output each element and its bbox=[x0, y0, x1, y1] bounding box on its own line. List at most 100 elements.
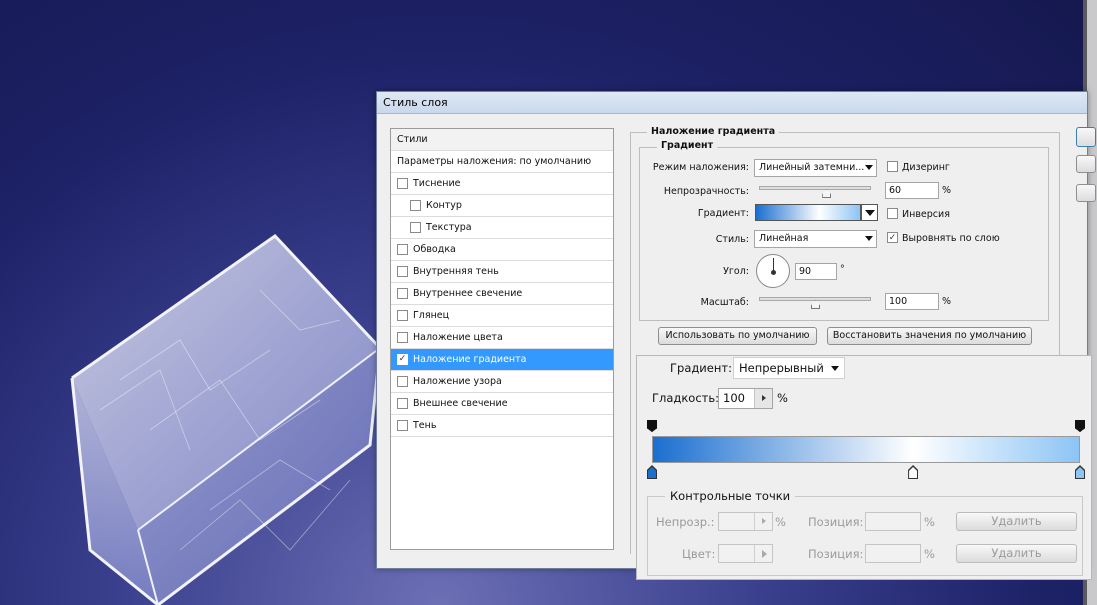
style-item-label: Наложение градиента bbox=[413, 354, 527, 365]
style-item-checkbox[interactable] bbox=[410, 222, 421, 233]
style-item-checkbox[interactable] bbox=[410, 200, 421, 211]
chevron-down-icon bbox=[831, 366, 839, 371]
style-item-label: Тень bbox=[413, 420, 437, 431]
gradient-bar[interactable] bbox=[652, 436, 1080, 463]
style-item-label: Внутреннее свечение bbox=[413, 288, 523, 299]
angle-input[interactable]: 90 bbox=[795, 263, 837, 280]
smoothness-percent: % bbox=[777, 391, 788, 405]
style-item[interactable]: Контур bbox=[391, 195, 613, 217]
style-item-label: Глянец bbox=[413, 310, 450, 321]
ok-button[interactable] bbox=[1076, 127, 1096, 147]
chevron-right-icon bbox=[762, 395, 766, 401]
stop-color-swatch[interactable] bbox=[718, 544, 773, 563]
dither-label: Дизеринг bbox=[902, 162, 950, 173]
angle-dial[interactable] bbox=[756, 254, 790, 288]
dither-checkbox[interactable] bbox=[887, 161, 898, 172]
opacity-stop[interactable] bbox=[1075, 420, 1085, 432]
blending-options-item[interactable]: Параметры наложения: по умолчанию bbox=[391, 151, 613, 173]
style-item-label: Внешнее свечение bbox=[413, 398, 508, 409]
reverse-label: Инверсия bbox=[902, 209, 950, 220]
scale-slider-track[interactable] bbox=[759, 297, 871, 301]
gradient-type-select[interactable]: Непрерывный bbox=[733, 357, 845, 379]
stop-opacity-input[interactable] bbox=[718, 512, 773, 531]
stop-color-picker[interactable] bbox=[754, 545, 772, 562]
scale-input[interactable]: 100 bbox=[885, 293, 939, 310]
align-with-layer-label: Выровнять по слою bbox=[902, 233, 1000, 244]
style-item-checkbox[interactable] bbox=[397, 244, 408, 255]
style-item[interactable]: Наложение цвета bbox=[391, 327, 613, 349]
chevron-down-icon bbox=[865, 210, 875, 216]
stop-opacity-location-input[interactable] bbox=[865, 512, 921, 531]
style-item[interactable]: Внутренняя тень bbox=[391, 261, 613, 283]
style-item-label: Тиснение bbox=[413, 178, 461, 189]
color-stop[interactable] bbox=[1075, 465, 1085, 479]
style-item-checkbox[interactable] bbox=[397, 178, 408, 189]
blend-mode-value: Линейный затемни... bbox=[759, 162, 865, 173]
style-item[interactable]: Тень bbox=[391, 415, 613, 437]
angle-label: Угол: bbox=[723, 266, 749, 277]
chevron-right-icon bbox=[762, 550, 767, 558]
scale-percent: % bbox=[942, 296, 952, 307]
stop-opacity-location-percent: % bbox=[924, 515, 935, 529]
style-item[interactable]: Глянец bbox=[391, 305, 613, 327]
style-item-label: Наложение узора bbox=[413, 376, 502, 387]
opacity-input[interactable]: 60 bbox=[885, 182, 939, 199]
style-item-label: Наложение цвета bbox=[413, 332, 503, 343]
delete-color-stop-button[interactable]: Удалить bbox=[956, 544, 1077, 563]
style-item[interactable]: Наложение узора bbox=[391, 371, 613, 393]
chevron-right-icon bbox=[762, 518, 766, 524]
cancel-button[interactable] bbox=[1076, 155, 1096, 173]
color-stop[interactable] bbox=[647, 465, 657, 479]
style-item[interactable]: Внешнее свечение bbox=[391, 393, 613, 415]
smoothness-stepper[interactable] bbox=[754, 389, 772, 408]
reset-default-button[interactable]: Восстановить значения по умолчанию bbox=[827, 327, 1032, 345]
style-item-checkbox[interactable] bbox=[397, 398, 408, 409]
style-item-label: Контур bbox=[426, 200, 462, 211]
color-stop[interactable] bbox=[908, 465, 919, 479]
chevron-down-icon bbox=[865, 165, 873, 170]
stop-color-label: Цвет: bbox=[682, 547, 716, 561]
gradient-preview-swatch[interactable] bbox=[755, 204, 861, 221]
style-item[interactable]: ✓ Наложение градиента bbox=[391, 349, 613, 371]
angle-dial-center bbox=[771, 270, 776, 275]
style-item[interactable]: Внутреннее свечение bbox=[391, 283, 613, 305]
new-style-button[interactable] bbox=[1076, 184, 1096, 202]
style-item-checkbox[interactable] bbox=[397, 288, 408, 299]
reverse-checkbox[interactable] bbox=[887, 208, 898, 219]
style-item-checkbox[interactable]: ✓ bbox=[397, 354, 408, 365]
gradient-type-label: Градиент: bbox=[670, 361, 732, 375]
delete-opacity-stop-button[interactable]: Удалить bbox=[956, 512, 1077, 531]
make-default-button[interactable]: Использовать по умолчанию bbox=[658, 327, 817, 345]
stop-opacity-location-label: Позиция: bbox=[808, 515, 864, 529]
gradient-picker-button[interactable] bbox=[861, 204, 878, 221]
styles-list: Стили Параметры наложения: по умолчанию … bbox=[390, 128, 614, 550]
blend-mode-select[interactable]: Линейный затемни... bbox=[754, 159, 877, 177]
smoothness-label: Гладкость: bbox=[652, 391, 720, 405]
styles-header[interactable]: Стили bbox=[391, 129, 613, 151]
stop-opacity-percent: % bbox=[775, 515, 786, 529]
style-item-checkbox[interactable] bbox=[397, 376, 408, 387]
style-item-checkbox[interactable] bbox=[397, 266, 408, 277]
gradient-label: Градиент: bbox=[697, 208, 749, 219]
blend-mode-label: Режим наложения: bbox=[652, 162, 749, 173]
opacity-stop[interactable] bbox=[647, 420, 657, 432]
style-item[interactable]: Тиснение bbox=[391, 173, 613, 195]
style-item-label: Внутренняя тень bbox=[413, 266, 499, 277]
angle-degree: ° bbox=[840, 264, 845, 275]
gradient-subgroup-title: Градиент bbox=[657, 140, 718, 152]
style-item-checkbox[interactable] bbox=[397, 332, 408, 343]
style-select[interactable]: Линейная bbox=[754, 230, 877, 248]
opacity-slider-track[interactable] bbox=[759, 186, 871, 190]
stop-opacity-stepper[interactable] bbox=[754, 513, 772, 530]
style-item[interactable]: Обводка bbox=[391, 239, 613, 261]
scale-label: Масштаб: bbox=[700, 297, 749, 308]
style-item-label: Обводка bbox=[413, 244, 456, 255]
style-label: Стиль: bbox=[715, 234, 749, 245]
smoothness-input[interactable]: 100 bbox=[718, 388, 773, 409]
style-item[interactable]: Текстура bbox=[391, 217, 613, 239]
style-item-checkbox[interactable] bbox=[397, 420, 408, 431]
smoothness-value: 100 bbox=[723, 391, 745, 405]
stop-color-location-input[interactable] bbox=[865, 544, 921, 563]
align-with-layer-checkbox[interactable]: ✓ bbox=[887, 232, 898, 243]
style-item-checkbox[interactable] bbox=[397, 310, 408, 321]
